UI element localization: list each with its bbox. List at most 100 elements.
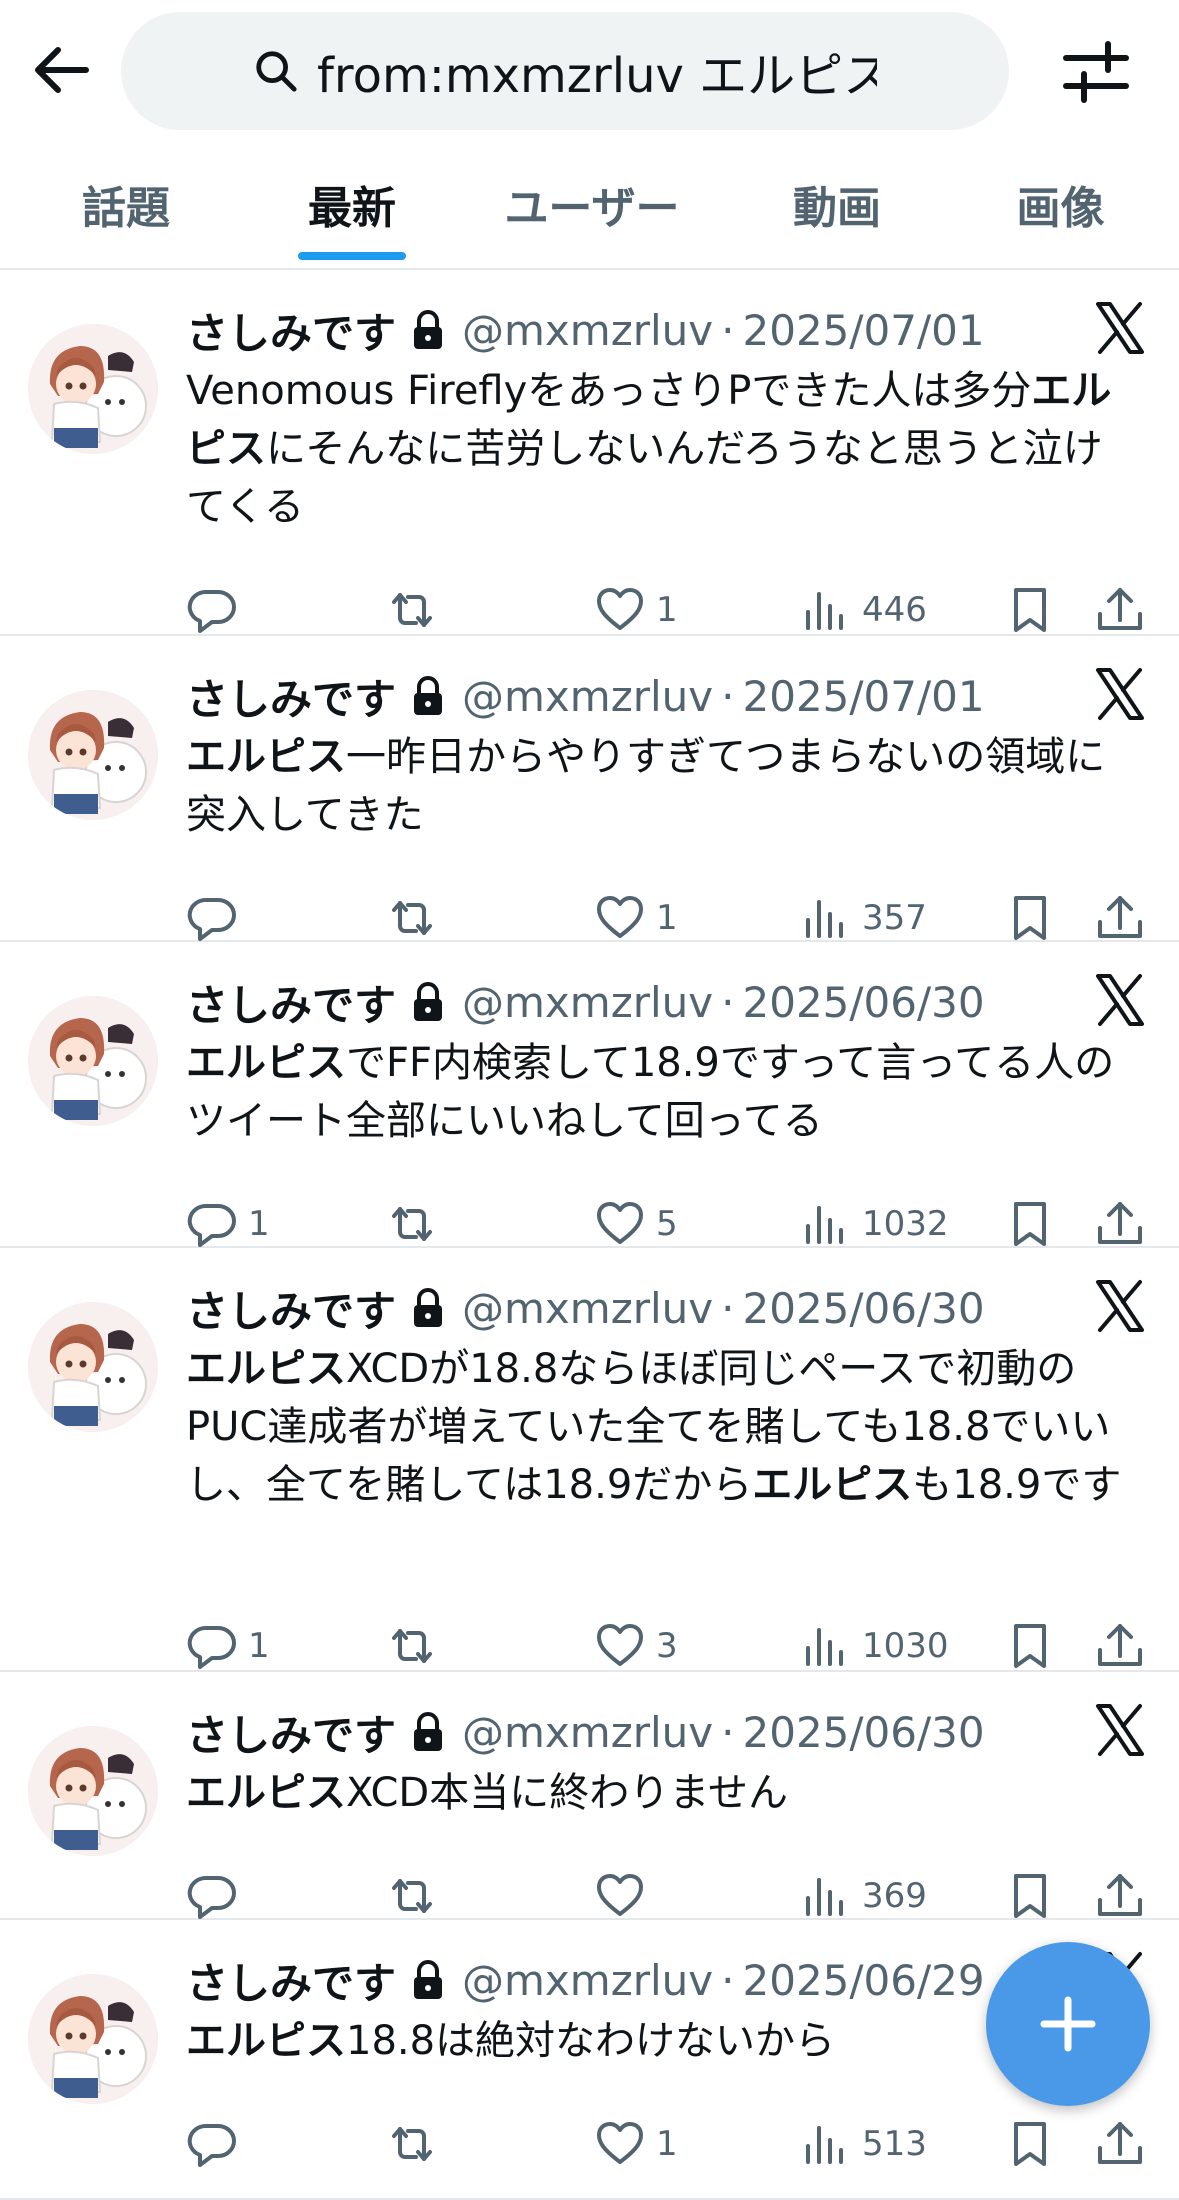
- reply-button[interactable]: [186, 886, 248, 950]
- tweet[interactable]: さしみです @mxmzrluv · 2025/07/01 エルピス一昨日からやりすぎてつ…: [0, 636, 1179, 942]
- x-logo-icon[interactable]: [1092, 666, 1148, 722]
- search-bar[interactable]: [121, 12, 1009, 130]
- tweet-date[interactable]: 2025/06/29: [743, 1956, 985, 2005]
- bookmark-button[interactable]: [1004, 2112, 1056, 2176]
- search-icon: [256, 51, 297, 92]
- x-logo-icon[interactable]: [1092, 1278, 1148, 1334]
- display-name[interactable]: さしみです: [186, 1278, 396, 1339]
- tweet[interactable]: さしみです @mxmzrluv · 2025/06/30 エルピスでFF内検索して18.…: [0, 942, 1179, 1248]
- heart-icon: [597, 896, 643, 938]
- tweet-date[interactable]: 2025/06/30: [743, 978, 985, 1027]
- plus-icon: [1040, 1996, 1096, 2052]
- reply-button[interactable]: [186, 2112, 248, 2176]
- tweet-text-segment: も18.9です: [912, 1462, 1122, 1508]
- like-button[interactable]: 3: [594, 1614, 678, 1678]
- bookmark-button[interactable]: [1004, 1614, 1056, 1678]
- avatar-illustration: [28, 324, 158, 454]
- reply-button[interactable]: 1: [186, 1192, 270, 1256]
- x-logo-icon[interactable]: [1092, 972, 1148, 1028]
- tab-videos[interactable]: 動画: [732, 150, 942, 258]
- bookmark-button[interactable]: [1004, 1864, 1056, 1928]
- tweet-date[interactable]: 2025/06/30: [743, 1284, 985, 1333]
- user-handle[interactable]: @mxmzrluv: [462, 1956, 713, 2005]
- like-button[interactable]: [594, 1864, 656, 1928]
- avatar-illustration: [28, 1726, 158, 1856]
- x-logo-icon[interactable]: [1092, 300, 1148, 356]
- search-filter-button[interactable]: [1060, 36, 1132, 108]
- share-button[interactable]: [1094, 1192, 1146, 1256]
- x-logo-icon[interactable]: [1092, 1702, 1148, 1758]
- view-count: 357: [862, 898, 927, 938]
- display-name[interactable]: さしみです: [186, 1702, 396, 1763]
- user-handle[interactable]: @mxmzrluv: [462, 306, 713, 355]
- share-button[interactable]: [1094, 578, 1146, 642]
- compose-button[interactable]: [986, 1942, 1150, 2106]
- avatar[interactable]: [28, 690, 158, 820]
- views-button[interactable]: 1032: [800, 1192, 949, 1256]
- reply-button[interactable]: 1: [186, 1614, 270, 1678]
- search-input[interactable]: [317, 43, 877, 99]
- tweet[interactable]: さしみです @mxmzrluv · 2025/07/01 Venomous Firefl…: [0, 270, 1179, 636]
- tab-users[interactable]: ユーザー: [452, 150, 732, 258]
- tab-top[interactable]: 話題: [0, 150, 252, 258]
- tweet-date[interactable]: 2025/07/01: [743, 672, 985, 721]
- share-button[interactable]: [1094, 1864, 1146, 1928]
- back-button[interactable]: [30, 38, 94, 102]
- separator-dot: ·: [721, 1283, 735, 1333]
- user-handle[interactable]: @mxmzrluv: [462, 672, 713, 721]
- bookmark-button[interactable]: [1004, 578, 1056, 642]
- display-name[interactable]: さしみです: [186, 1950, 396, 2011]
- display-name[interactable]: さしみです: [186, 666, 396, 727]
- share-icon: [1098, 1202, 1142, 1244]
- user-handle[interactable]: @mxmzrluv: [462, 1708, 713, 1757]
- view-count: 1030: [862, 1626, 949, 1666]
- share-button[interactable]: [1094, 1614, 1146, 1678]
- user-handle[interactable]: @mxmzrluv: [462, 978, 713, 1027]
- like-button[interactable]: 1: [594, 2112, 678, 2176]
- arrow-left-icon: [35, 47, 89, 93]
- tweet-date[interactable]: 2025/06/30: [743, 1708, 985, 1757]
- views-button[interactable]: 1030: [800, 1614, 949, 1678]
- like-button[interactable]: 1: [594, 886, 678, 950]
- share-button[interactable]: [1094, 886, 1146, 950]
- tweet-date[interactable]: 2025/07/01: [743, 306, 985, 355]
- avatar[interactable]: [28, 324, 158, 454]
- search-term-highlight: エルピス: [186, 2018, 346, 2064]
- share-button[interactable]: [1094, 2112, 1146, 2176]
- views-button[interactable]: 513: [800, 2112, 927, 2176]
- avatar[interactable]: [28, 1974, 158, 2104]
- like-button[interactable]: 1: [594, 578, 678, 642]
- user-handle[interactable]: @mxmzrluv: [462, 1284, 713, 1333]
- avatar[interactable]: [28, 996, 158, 1126]
- tweet-text: Venomous FireflyをあっさりPできた人は多分エルピスにそんなに苦労…: [186, 362, 1126, 536]
- view-count: 369: [862, 1876, 927, 1916]
- bookmark-button[interactable]: [1004, 886, 1056, 950]
- tweet-text-segment: XCD本当に終わりません: [346, 1770, 789, 1816]
- bookmark-icon: [1014, 588, 1046, 632]
- like-count: 5: [656, 1204, 678, 1244]
- views-button[interactable]: 446: [800, 578, 927, 642]
- retweet-button[interactable]: [386, 578, 448, 642]
- tweet[interactable]: さしみです @mxmzrluv · 2025/06/30 エルピスXCD本当に終わりませ…: [0, 1672, 1179, 1920]
- retweet-button[interactable]: [386, 1864, 448, 1928]
- display-name[interactable]: さしみです: [186, 972, 396, 1033]
- retweet-button[interactable]: [386, 1192, 448, 1256]
- tweet-header: さしみです @mxmzrluv · 2025/06/30: [186, 1700, 985, 1764]
- tab-latest[interactable]: 最新: [252, 150, 452, 260]
- avatar[interactable]: [28, 1302, 158, 1432]
- retweet-button[interactable]: [386, 2112, 448, 2176]
- views-button[interactable]: 357: [800, 886, 927, 950]
- tweet-header: さしみです @mxmzrluv · 2025/06/30: [186, 1276, 985, 1340]
- retweet-button[interactable]: [386, 1614, 448, 1678]
- views-button[interactable]: 369: [800, 1864, 927, 1928]
- like-button[interactable]: 5: [594, 1192, 678, 1256]
- bookmark-button[interactable]: [1004, 1192, 1056, 1256]
- tweet-actions: 1 513: [186, 2112, 1146, 2176]
- retweet-button[interactable]: [386, 886, 448, 950]
- tweet[interactable]: さしみです @mxmzrluv · 2025/06/30 エルピスXCDが18.8ならほ…: [0, 1248, 1179, 1672]
- reply-button[interactable]: [186, 1864, 248, 1928]
- display-name[interactable]: さしみです: [186, 300, 396, 361]
- tab-images[interactable]: 画像: [942, 150, 1179, 258]
- reply-button[interactable]: [186, 578, 248, 642]
- avatar[interactable]: [28, 1726, 158, 1856]
